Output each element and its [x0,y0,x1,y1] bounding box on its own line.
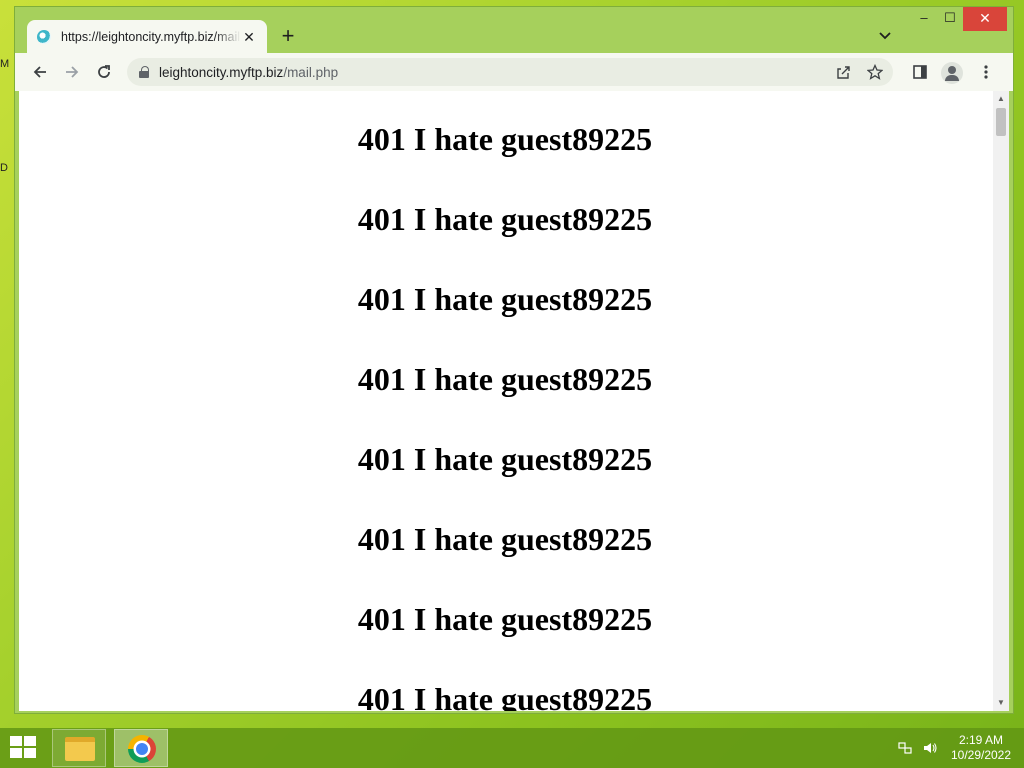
url-path: /mail.php [283,64,339,80]
page-heading: 401 I hate guest89225 [357,441,653,477]
page-heading: 401 I hate guest89225 [357,281,653,317]
side-panel-icon [913,65,927,79]
back-icon [33,66,46,78]
page-heading: 401 I hate guest89225 [357,521,653,557]
clock-date: 10/29/2022 [950,748,1012,762]
folder-icon [65,737,95,761]
close-window-button[interactable]: ✕ [963,7,1007,31]
tab-close-icon[interactable]: ✕ [241,29,257,45]
url-host: leightoncity.myftp.biz [159,64,284,80]
system-clock[interactable]: 2:19 AM 10/29/2022 [948,733,1014,763]
browser-window: https://leightoncity.myftp.biz/mail.php … [14,6,1014,714]
new-tab-button[interactable]: + [277,25,299,48]
page-heading: 401 I hate guest89225 [357,601,653,637]
page-heading: 401 I hate guest89225 [357,681,653,711]
chevron-down-icon [879,32,891,40]
scroll-thumb[interactable] [996,108,1006,136]
menu-button[interactable] [977,63,995,81]
desktop-icon-label-2[interactable]: D [0,162,14,174]
maximize-button[interactable]: ☐ [937,7,963,31]
volume-icon[interactable] [922,741,938,755]
page-heading: 401 I hate guest89225 [357,361,653,397]
network-icon[interactable] [898,741,914,755]
start-button[interactable] [10,736,38,760]
bookmark-star-icon[interactable] [866,63,884,80]
tab-search-button[interactable] [877,27,893,43]
lock-icon[interactable] [139,66,149,78]
back-button[interactable] [31,63,49,81]
side-panel-button[interactable] [911,63,929,81]
desktop-icon-label-1[interactable]: M [0,58,14,70]
share-icon[interactable] [835,64,851,80]
taskbar-chrome[interactable] [114,729,168,767]
tab-title: https://leightoncity.myftp.biz/mail.php [61,30,241,44]
scroll-up-arrow-icon[interactable]: ▲ [996,94,1006,104]
chrome-icon [128,735,156,763]
page-viewport: 401 I hate guest89225 401 I hate guest89… [19,91,1009,711]
browser-toolbar: leightoncity.myftp.biz/mail.php [15,53,1013,91]
reload-button[interactable] [95,63,113,81]
forward-button[interactable] [63,63,81,81]
page-heading: 401 I hate guest89225 [357,201,653,237]
taskbar: 2:19 AM 10/29/2022 [0,728,1024,768]
clock-time: 2:19 AM [958,733,1004,747]
title-bar: https://leightoncity.myftp.biz/mail.php … [15,7,1013,54]
page-content: 401 I hate guest89225 401 I hate guest89… [19,91,991,711]
profile-icon[interactable] [941,62,963,84]
page-heading: 401 I hate guest89225 [357,121,653,157]
site-favicon-icon [37,30,51,44]
vertical-scrollbar[interactable]: ▲ ▼ [993,91,1009,711]
taskbar-file-explorer[interactable] [52,729,106,767]
scroll-down-arrow-icon[interactable]: ▼ [996,698,1006,708]
windows-logo-icon [10,736,22,746]
forward-icon [66,66,79,78]
browser-tab[interactable]: https://leightoncity.myftp.biz/mail.php … [27,20,267,54]
address-bar[interactable]: leightoncity.myftp.biz/mail.php [127,58,893,86]
minimize-button[interactable]: – [911,7,937,31]
reload-icon [98,65,110,78]
menu-icon [984,65,988,79]
